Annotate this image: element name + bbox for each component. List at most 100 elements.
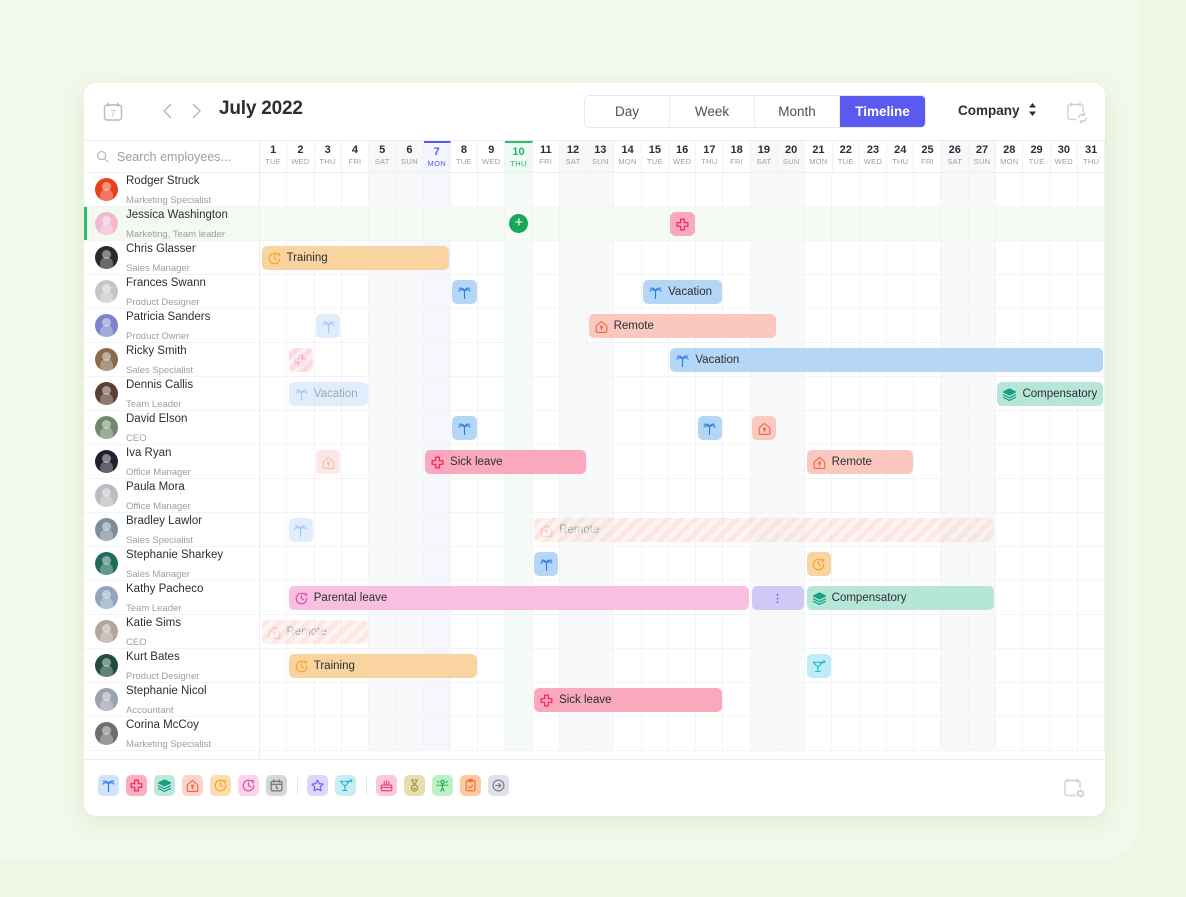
timeline-cell[interactable]	[1078, 207, 1105, 240]
timeline-cell[interactable]	[723, 173, 751, 206]
day-header-cell[interactable]: 19 SAT	[750, 141, 779, 172]
day-header-cell[interactable]: 25 FRI	[914, 141, 942, 172]
timeline-cell[interactable]	[696, 207, 724, 240]
timeline-cell[interactable]	[342, 275, 370, 308]
timeline-cell[interactable]	[478, 717, 506, 750]
timeline-cell[interactable]	[315, 343, 342, 376]
timeline-cell[interactable]	[423, 615, 451, 648]
timeline-cell[interactable]	[1050, 479, 1078, 512]
timeline-cell[interactable]	[287, 173, 315, 206]
employee-row[interactable]: Iva Ryan Office Manager	[84, 445, 259, 479]
timeline-cell[interactable]	[777, 479, 806, 512]
timeline-cell[interactable]	[451, 479, 479, 512]
day-header-cell[interactable]: 17 THU	[696, 141, 724, 172]
timeline-cell[interactable]	[777, 615, 806, 648]
timeline-cell[interactable]	[805, 717, 833, 750]
timeline-cell[interactable]	[968, 173, 996, 206]
timeline-cell[interactable]	[642, 615, 669, 648]
timeline-cell[interactable]	[968, 717, 996, 750]
timeline-cell[interactable]	[805, 241, 833, 274]
timeline-cell[interactable]	[560, 207, 588, 240]
timeline-cell[interactable]	[396, 411, 424, 444]
timeline-cell[interactable]	[369, 207, 397, 240]
timeline-cell[interactable]	[478, 241, 506, 274]
timeline-cell[interactable]	[914, 241, 942, 274]
timeline-cell[interactable]	[832, 207, 860, 240]
timeline-cell[interactable]	[396, 343, 424, 376]
timeline-cell[interactable]	[914, 479, 942, 512]
timeline-cell[interactable]	[777, 411, 806, 444]
timeline-cell[interactable]	[1023, 649, 1051, 682]
event-chip-vacation[interactable]	[316, 314, 341, 338]
timeline-cell[interactable]	[669, 173, 697, 206]
calendar-settings-icon[interactable]	[1061, 776, 1087, 800]
timeline-cell[interactable]	[887, 615, 915, 648]
day-header-cell[interactable]: 30 WED	[1051, 141, 1078, 172]
timeline-cell[interactable]	[996, 615, 1024, 648]
timeline-cell[interactable]	[451, 683, 479, 716]
timeline-cell[interactable]	[1050, 683, 1078, 716]
event-chip-vacation[interactable]	[452, 280, 477, 304]
timeline-cell[interactable]	[914, 717, 942, 750]
timeline-cell[interactable]	[887, 241, 915, 274]
timeline-cell[interactable]	[1050, 309, 1078, 342]
timeline-cell[interactable]	[587, 275, 615, 308]
timeline-cell[interactable]	[396, 683, 424, 716]
timeline-cell[interactable]	[696, 717, 724, 750]
timeline-cell[interactable]	[342, 717, 370, 750]
timeline-cell[interactable]	[369, 377, 397, 410]
timeline-cell[interactable]	[642, 241, 669, 274]
timeline-cell[interactable]	[832, 683, 860, 716]
timeline-cell[interactable]	[914, 377, 942, 410]
timeline-cell[interactable]	[451, 615, 479, 648]
event-chip-sick[interactable]: Sick leave	[425, 450, 586, 474]
event-chip-vacation[interactable]: Vacation	[288, 382, 368, 406]
day-header-cell[interactable]: 3 THU	[315, 141, 342, 172]
timeline-cell[interactable]	[451, 717, 479, 750]
timeline-cell[interactable]	[941, 173, 969, 206]
timeline-cell[interactable]	[614, 445, 642, 478]
timeline-cell[interactable]	[1050, 547, 1078, 580]
timeline-cell[interactable]	[669, 411, 697, 444]
timeline-cell[interactable]	[315, 207, 342, 240]
timeline-cell[interactable]	[1050, 615, 1078, 648]
timeline-cell[interactable]	[1078, 513, 1105, 546]
day-header-cell[interactable]: 4 FRI	[342, 141, 370, 172]
timeline-cell[interactable]	[451, 547, 479, 580]
event-chip-training[interactable]: Training	[288, 654, 477, 678]
timeline-cell[interactable]	[914, 683, 942, 716]
timeline-cell[interactable]	[832, 275, 860, 308]
timeline-cell[interactable]	[914, 207, 942, 240]
legend-medical-cross-icon[interactable]	[126, 775, 147, 796]
timeline-cell[interactable]	[887, 275, 915, 308]
timeline-cell[interactable]	[832, 309, 860, 342]
legend-birthday-cake-icon[interactable]	[376, 775, 397, 796]
timeline-cell[interactable]	[614, 241, 642, 274]
timeline-cell[interactable]	[723, 683, 751, 716]
timeline-cell[interactable]	[478, 207, 506, 240]
timeline-cell[interactable]	[996, 683, 1024, 716]
timeline-cell[interactable]	[996, 241, 1024, 274]
timeline-cell[interactable]	[396, 513, 424, 546]
timeline-cell[interactable]	[1023, 547, 1051, 580]
timeline-cell[interactable]	[642, 717, 669, 750]
timeline-cell[interactable]	[396, 717, 424, 750]
event-chip-sick[interactable]	[288, 348, 313, 372]
timeline-cell[interactable]	[832, 649, 860, 682]
timeline-cell[interactable]	[587, 615, 615, 648]
timeline-cell[interactable]	[1078, 547, 1105, 580]
employee-row[interactable]: Stephanie Sharkey Sales Manager	[84, 547, 259, 581]
timeline-cell[interactable]	[723, 649, 751, 682]
timeline-cell[interactable]	[996, 513, 1024, 546]
timeline-cell[interactable]	[423, 343, 451, 376]
employee-row[interactable]: Dennis Callis Team Leader	[84, 377, 259, 411]
timeline-cell[interactable]	[315, 479, 342, 512]
legend-onboarding-icon[interactable]	[432, 775, 453, 796]
timeline-cell[interactable]	[914, 615, 942, 648]
day-header-cell[interactable]: 7 MON	[423, 141, 451, 172]
timeline-cell[interactable]	[587, 717, 615, 750]
employee-row[interactable]: Bradley Lawlor Sales Specialist	[84, 513, 259, 547]
timeline-cell[interactable]	[777, 173, 806, 206]
employee-row[interactable]: David Elson CEO	[84, 411, 259, 445]
timeline-cell[interactable]	[887, 479, 915, 512]
